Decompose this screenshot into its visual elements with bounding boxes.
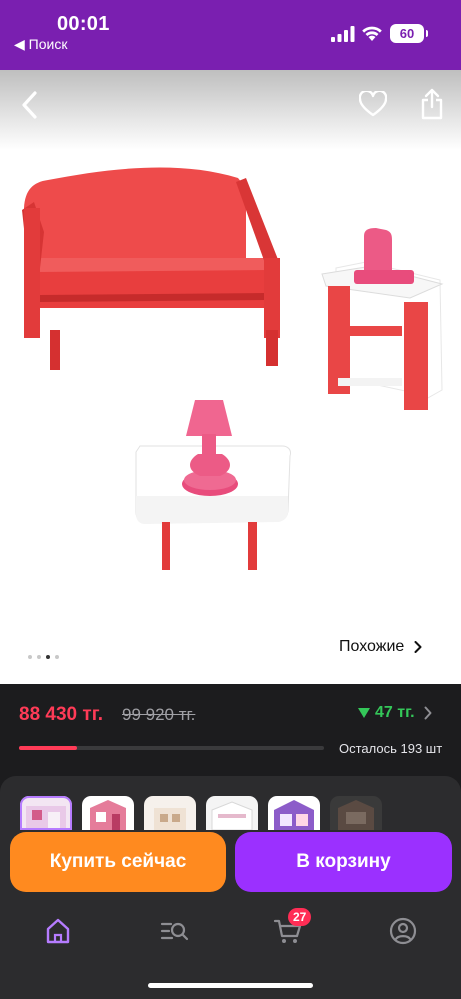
back-arrow-icon[interactable] [18,90,42,120]
vanity-figure [321,228,444,410]
share-icon[interactable] [420,88,444,120]
clock: 00:01 [57,13,110,35]
home-icon[interactable] [43,916,73,946]
battery-indicator: 60 [390,24,428,43]
status-bar: 00:01 ◀ Поиск 60 [0,0,461,70]
heart-icon[interactable] [359,91,387,117]
tab-bar: 27 [0,908,461,968]
home-indicator [148,983,313,988]
chevron-right-icon [414,641,422,653]
product-gallery[interactable]: Похожие [0,70,461,684]
variant-thumbnails [20,796,382,830]
current-price: 88 430 тг. [19,704,103,725]
similar-label: Похожие [339,638,405,655]
chevron-right-icon[interactable] [424,706,432,720]
variant-thumbnail[interactable] [20,796,72,830]
stock-progress-bar [19,746,324,750]
cart-count-badge: 27 [288,908,312,926]
stock-progress-fill [19,746,77,750]
profile-icon[interactable] [388,916,418,946]
image-pagination-dots [28,655,59,659]
triangle-down-icon [358,708,370,718]
lamp-table-figure [135,400,291,570]
cellular-signal-icon [331,26,355,42]
catalog-search-icon[interactable] [159,916,189,946]
bonus-value: 47 тг. [375,704,415,721]
product-image[interactable] [0,150,461,620]
variant-thumbnail[interactable] [268,796,320,830]
variant-thumbnail[interactable] [206,796,258,830]
sofa-figure [22,167,280,370]
variant-thumbnail[interactable] [82,796,134,830]
add-to-cart-button[interactable]: В корзину [235,832,452,892]
back-to-app-link[interactable]: ◀ Поиск [14,36,67,53]
variant-thumbnail[interactable] [330,796,382,830]
old-price: 99 920 тг. [122,705,196,724]
buy-now-button[interactable]: Купить сейчас [10,832,226,892]
price-panel: 88 430 тг. 99 920 тг. 47 тг. Осталось 19… [0,684,461,768]
similar-products-link[interactable]: Похожие [339,638,422,656]
stock-remaining: Осталось 193 шт [339,741,443,756]
bottom-sheet: Купить сейчас В корзину 27 [0,776,461,999]
variant-thumbnail[interactable] [144,796,196,830]
wifi-icon [362,26,382,41]
bonus-points[interactable]: 47 тг. [358,704,415,722]
